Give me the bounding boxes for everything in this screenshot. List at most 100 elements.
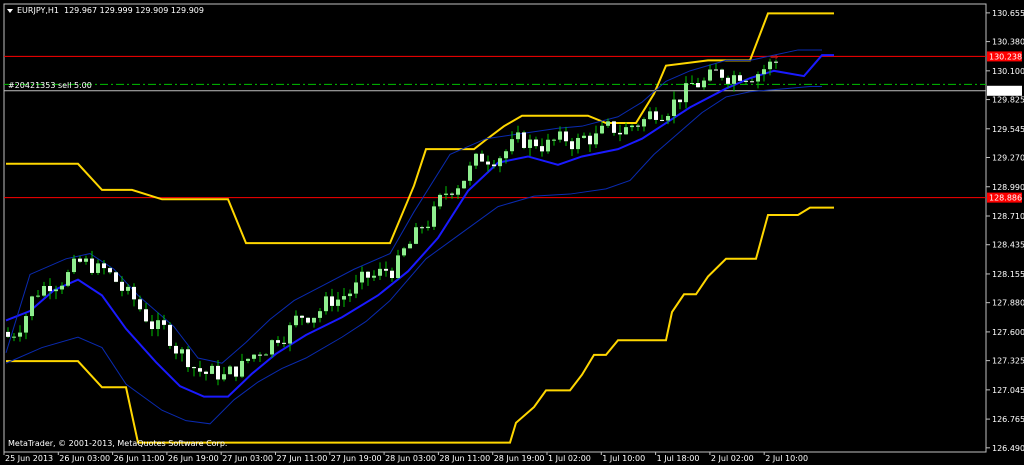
y-tick-label: 128.435 bbox=[992, 241, 1024, 250]
x-tick-label: 1 Jul 02:00 bbox=[548, 454, 591, 463]
bull-candle bbox=[288, 325, 292, 344]
x-tick-label: 27 Jun 19:00 bbox=[331, 454, 382, 463]
bear-candle bbox=[480, 153, 484, 162]
bull-candle bbox=[648, 111, 652, 120]
y-tick-label: 130.100 bbox=[992, 67, 1024, 76]
order-label[interactable]: #20421353 sell 5.00 bbox=[8, 81, 92, 90]
bull-candle bbox=[444, 193, 448, 195]
y-tick-label: 127.880 bbox=[992, 299, 1024, 308]
bear-candle bbox=[162, 320, 166, 325]
bear-candle bbox=[420, 227, 424, 229]
bull-candle bbox=[252, 354, 256, 359]
bull-candle bbox=[24, 316, 28, 333]
x-tick-label: 2 Jul 10:00 bbox=[765, 454, 808, 463]
bull-candle bbox=[126, 286, 130, 291]
bull-candle bbox=[642, 119, 646, 127]
y-tick-label: 129.270 bbox=[992, 154, 1024, 163]
bull-candle bbox=[432, 206, 436, 227]
y-tick-label: 130.380 bbox=[992, 38, 1024, 47]
bear-candle bbox=[636, 125, 640, 127]
bear-candle bbox=[258, 354, 262, 356]
bull-candle bbox=[372, 275, 376, 278]
sell-arrow-icon: ⇒ bbox=[770, 52, 778, 63]
bear-candle bbox=[306, 317, 310, 323]
bear-candle bbox=[540, 146, 544, 152]
bull-candle bbox=[60, 285, 64, 290]
x-tick-label: 26 Jun 11:00 bbox=[114, 454, 165, 463]
bull-candle bbox=[624, 127, 628, 135]
x-tick-label: 28 Jun 19:00 bbox=[494, 454, 545, 463]
x-tick-label: 28 Jun 11:00 bbox=[439, 454, 490, 463]
bear-candle bbox=[570, 141, 574, 150]
bear-candle bbox=[750, 81, 754, 83]
y-tick-label: 128.155 bbox=[992, 270, 1024, 279]
bull-candle bbox=[408, 243, 412, 249]
bear-candle bbox=[654, 111, 658, 120]
y-tick-label: 129.545 bbox=[992, 125, 1024, 134]
y-tick-label: 127.325 bbox=[992, 357, 1024, 366]
x-tick-label: 28 Jun 03:00 bbox=[385, 454, 436, 463]
bull-candle bbox=[516, 132, 520, 140]
bear-candle bbox=[588, 135, 592, 145]
bull-candle bbox=[762, 69, 766, 75]
x-tick-label: 27 Jun 03:00 bbox=[222, 454, 273, 463]
bear-candle bbox=[522, 132, 526, 148]
bear-candle bbox=[120, 281, 124, 291]
chart-background bbox=[0, 0, 1024, 465]
bull-candle bbox=[528, 139, 532, 148]
bear-candle bbox=[234, 366, 238, 377]
bull-candle bbox=[672, 99, 676, 117]
bear-candle bbox=[618, 132, 622, 135]
bull-candle bbox=[402, 248, 406, 256]
bull-candle bbox=[348, 293, 352, 297]
copyright-text: MetaTrader, © 2001-2013, MetaQuotes Soft… bbox=[8, 439, 227, 448]
x-tick-label: 25 Jun 2013 bbox=[5, 454, 53, 463]
bull-candle bbox=[708, 69, 712, 81]
bull-candle bbox=[246, 358, 250, 361]
bull-candle bbox=[36, 295, 40, 297]
bull-candle bbox=[732, 75, 736, 84]
bear-candle bbox=[90, 258, 94, 273]
bull-candle bbox=[426, 226, 430, 229]
time-axis: 25 Jun 2013 26 Jun 03:00 26 Jun 11:00 26 Ju… bbox=[3, 452, 808, 463]
bear-candle bbox=[48, 286, 52, 292]
bear-candle bbox=[720, 69, 724, 78]
bull-candle bbox=[312, 317, 316, 323]
chart-canvas[interactable]: 129.909 130.238 128.886 130.655 130.380 130.… bbox=[0, 0, 1024, 465]
current-price-tag: 129.909 bbox=[989, 87, 1022, 96]
x-tick-label: 26 Jun 03:00 bbox=[59, 454, 110, 463]
bear-candle bbox=[738, 75, 742, 81]
y-tick-label: 126.490 bbox=[992, 444, 1024, 453]
bear-candle bbox=[132, 286, 136, 300]
y-tick-label: 126.765 bbox=[992, 415, 1024, 424]
bull-candle bbox=[180, 349, 184, 354]
bull-candle bbox=[582, 135, 586, 138]
x-tick-label: 27 Jun 11:00 bbox=[277, 454, 328, 463]
bull-candle bbox=[546, 139, 550, 152]
bear-candle bbox=[108, 268, 112, 273]
bull-candle bbox=[354, 282, 358, 294]
bear-candle bbox=[564, 131, 568, 142]
order-arrow-icon[interactable]: ⇒ bbox=[770, 52, 778, 63]
bear-candle bbox=[486, 161, 490, 165]
ohlc-readout: 129.967 129.999 129.909 129.909 bbox=[64, 6, 204, 15]
bull-candle bbox=[378, 268, 382, 276]
bull-candle bbox=[552, 139, 556, 141]
bull-candle bbox=[270, 340, 274, 355]
y-tick-label: 127.045 bbox=[992, 386, 1024, 395]
bear-candle bbox=[102, 263, 106, 269]
bear-candle bbox=[678, 99, 682, 103]
bear-candle bbox=[534, 139, 538, 147]
bull-candle bbox=[42, 286, 46, 296]
bull-candle bbox=[558, 131, 562, 140]
x-tick-label: 1 Jul 10:00 bbox=[602, 454, 645, 463]
bear-candle bbox=[186, 349, 190, 368]
bull-candle bbox=[456, 188, 460, 195]
bear-candle bbox=[714, 69, 718, 71]
bull-candle bbox=[684, 83, 688, 103]
bull-candle bbox=[606, 121, 610, 126]
bear-candle bbox=[492, 164, 496, 167]
bear-candle bbox=[330, 296, 334, 306]
bull-candle bbox=[84, 258, 88, 262]
bull-candle bbox=[54, 289, 58, 292]
